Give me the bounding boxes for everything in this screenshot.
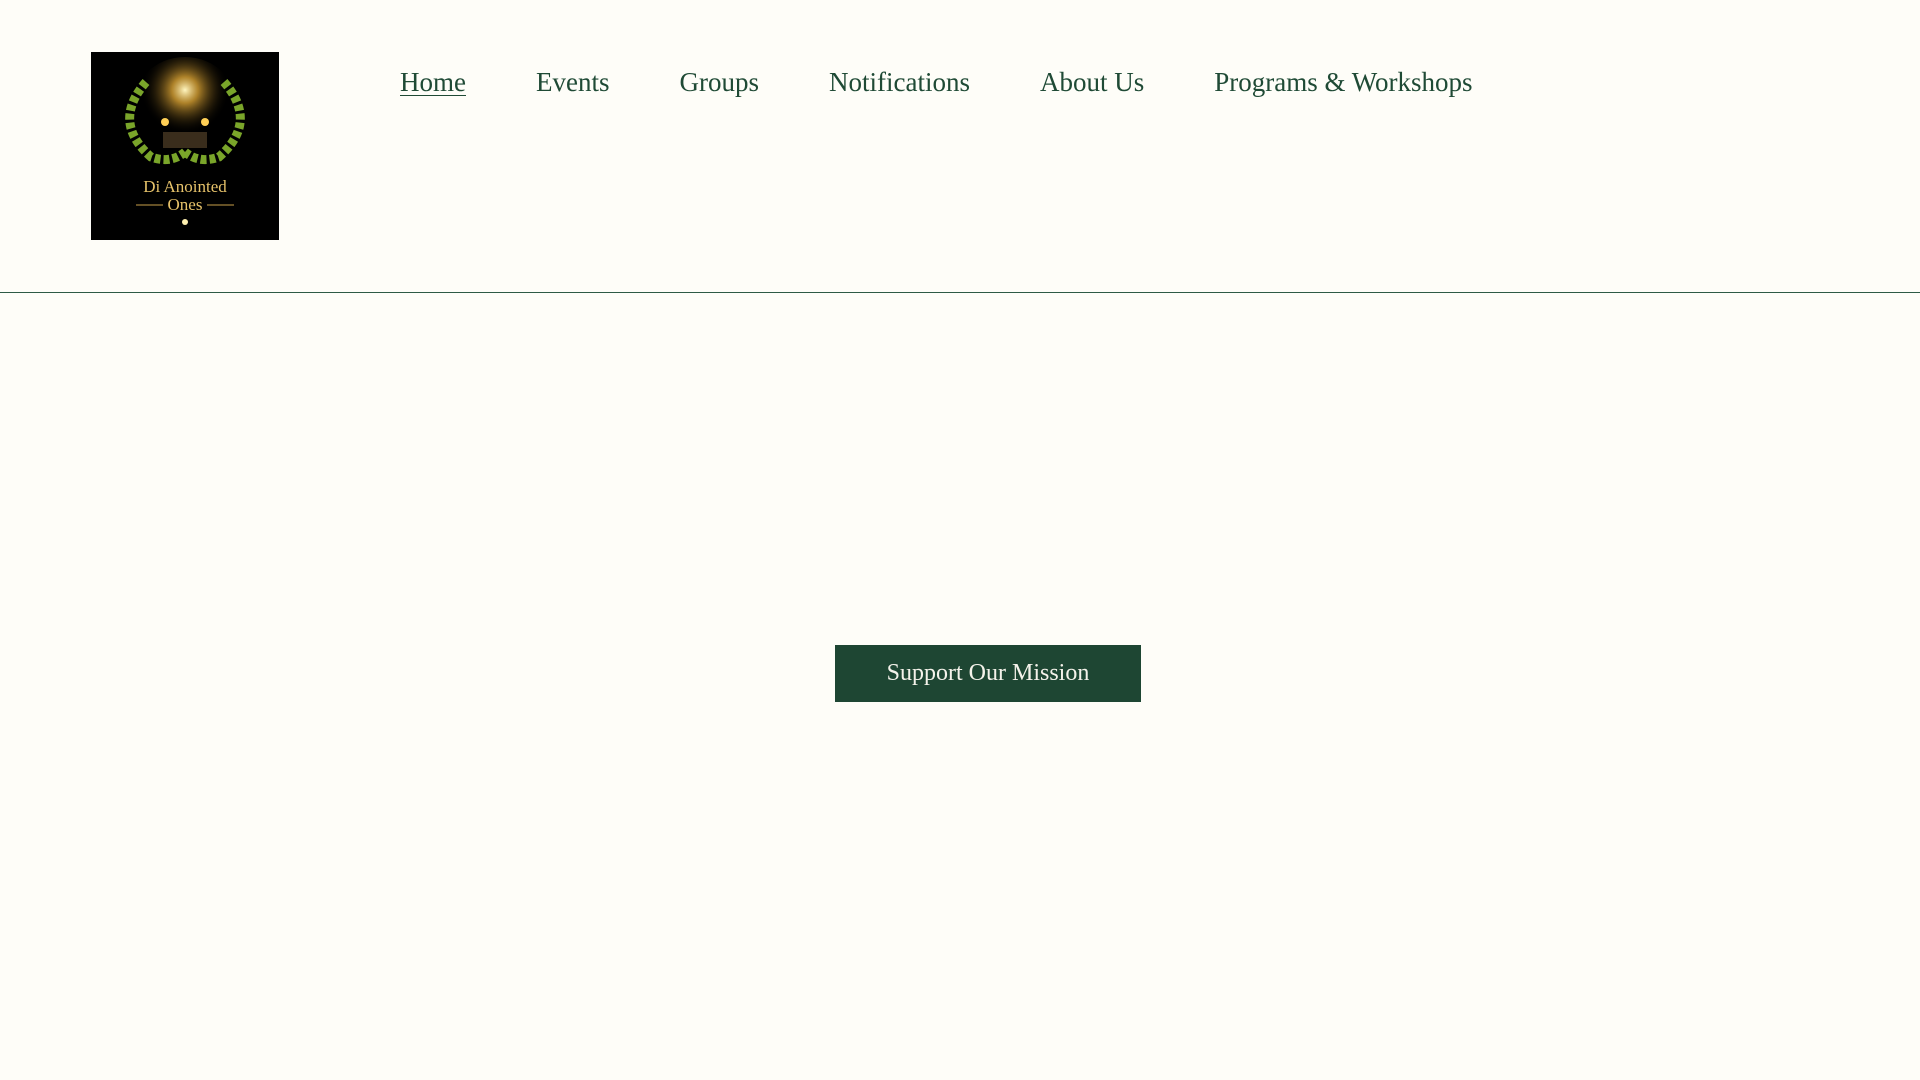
nav-groups[interactable]: Groups	[679, 62, 759, 102]
support-mission-button[interactable]: Support Our Mission	[835, 645, 1141, 702]
main-nav: Home Events Groups Notifications About U…	[400, 62, 1473, 102]
svg-text:Di Anointed: Di Anointed	[143, 177, 227, 196]
logo-emblem-icon: Di Anointed Ones	[91, 52, 279, 240]
nav-home[interactable]: Home	[400, 62, 466, 102]
nav-events[interactable]: Events	[536, 62, 610, 102]
svg-text:Ones: Ones	[168, 195, 203, 214]
site-logo[interactable]: Di Anointed Ones	[91, 52, 279, 240]
nav-about-us[interactable]: About Us	[1040, 62, 1144, 102]
site-header: Di Anointed Ones Home Events Groups Noti…	[0, 0, 1920, 293]
nav-programs-workshops[interactable]: Programs & Workshops	[1214, 62, 1472, 102]
nav-notifications[interactable]: Notifications	[829, 62, 970, 102]
